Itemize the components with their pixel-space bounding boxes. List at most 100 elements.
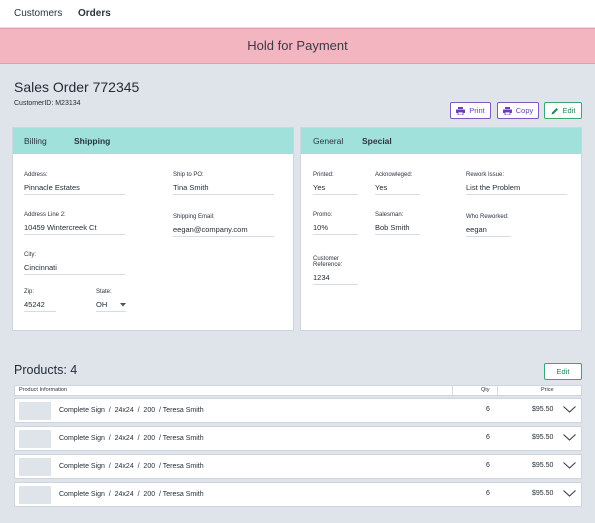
customer-id: CustomerID: M23134 (14, 100, 81, 107)
address-input[interactable]: Pinnacle Estates (24, 183, 125, 195)
salesman-field: Salesman: Bob Smith (375, 212, 420, 235)
salesman-input[interactable]: Bob Smith (375, 223, 420, 235)
product-thumbnail (19, 402, 51, 420)
city-input[interactable]: Cincinnati (24, 263, 125, 275)
address2-input[interactable]: 10459 Wintercreek Ct (24, 223, 125, 235)
pencil-icon (551, 107, 558, 114)
chevron-down-icon[interactable] (563, 462, 576, 469)
promo-input[interactable]: 10% (313, 223, 358, 235)
column-qty: Qty (481, 387, 490, 393)
product-description: Complete Sign / 24x24 / 200 / Teresa Smi… (59, 491, 204, 498)
product-thumbnail (19, 458, 51, 476)
who-reworked-field: Who Reworked: eegan (466, 214, 511, 237)
acknowledged-label: Acknowleged: (375, 172, 413, 178)
rework-issue-label: Rework Issue: (466, 172, 505, 178)
print-button[interactable]: Print (450, 102, 491, 119)
print-label: Print (469, 106, 485, 115)
promo-field: Promo: 10% (313, 212, 358, 235)
state-select[interactable]: OH (96, 300, 126, 312)
nav-orders[interactable]: Orders (78, 8, 111, 19)
billing-shipping-card: Billing Shipping Address: Pinnacle Estat… (12, 127, 294, 331)
product-description: Complete Sign / 24x24 / 200 / Teresa Smi… (59, 407, 204, 414)
products-title: Products: 4 (14, 363, 78, 377)
address2-field: Address Line 2: 10459 Wintercreek Ct (24, 212, 125, 235)
address-field: Address: Pinnacle Estates (24, 172, 125, 195)
shipping-email-label: Shipping Email: (173, 214, 215, 220)
ship-to-po-input[interactable]: Tina Smith (173, 183, 274, 195)
salesman-label: Salesman: (375, 212, 404, 218)
table-row[interactable]: Complete Sign / 24x24 / 200 / Teresa Smi… (14, 454, 582, 479)
who-reworked-label: Who Reworked: (466, 214, 509, 220)
column-price: Price (541, 387, 554, 393)
table-row[interactable]: Complete Sign / 24x24 / 200 / Teresa Smi… (14, 398, 582, 423)
product-qty: 6 (486, 434, 490, 441)
product-price: $95.50 (532, 434, 554, 441)
city-field: City: Cincinnati (24, 252, 125, 275)
who-reworked-input[interactable]: eegan (466, 225, 511, 237)
acknowledged-input[interactable]: Yes (375, 183, 420, 195)
chevron-down-icon[interactable] (563, 490, 576, 497)
product-thumbnail (19, 486, 51, 504)
zip-field: Zip: 45242 (24, 289, 56, 312)
ship-to-po-field: Ship to PO: Tina Smith (173, 172, 274, 195)
tab-billing[interactable]: Billing (24, 136, 47, 146)
copy-label: Copy (515, 106, 534, 115)
column-divider (452, 386, 453, 395)
general-special-card: General Special Printed: Yes Acknowleged… (300, 127, 582, 331)
product-price: $95.50 (532, 490, 554, 497)
zip-label: Zip: (24, 289, 35, 295)
state-label: State: (96, 289, 112, 295)
table-row[interactable]: Complete Sign / 24x24 / 200 / Teresa Smi… (14, 426, 582, 451)
top-nav: Customers Orders (0, 0, 595, 27)
status-banner: Hold for Payment (0, 28, 595, 64)
column-product-information: Product Information (19, 387, 67, 393)
customer-reference-field: Customer Reference: 1234 (313, 256, 358, 285)
customer-reference-input[interactable]: 1234 (313, 273, 358, 285)
edit-products-button[interactable]: Edit (544, 363, 582, 380)
general-tabs: General Special (301, 128, 581, 154)
edit-products-label: Edit (556, 367, 570, 376)
zip-input[interactable]: 45242 (24, 300, 56, 312)
tab-general[interactable]: General (313, 136, 343, 146)
shipping-email-field: Shipping Email: eegan@company.com (173, 214, 274, 237)
chevron-down-icon[interactable] (563, 406, 576, 413)
customer-reference-label: Customer Reference: (313, 256, 343, 268)
edit-label: Edit (562, 106, 576, 115)
product-qty: 6 (486, 462, 490, 469)
printed-input[interactable]: Yes (313, 183, 358, 195)
product-price: $95.50 (532, 462, 554, 469)
ship-to-po-label: Ship to PO: (173, 172, 204, 178)
copy-button[interactable]: Copy (497, 102, 539, 119)
product-price: $95.50 (532, 406, 554, 413)
table-row[interactable]: Complete Sign / 24x24 / 200 / Teresa Smi… (14, 482, 582, 507)
address-label: Address: (24, 172, 48, 178)
product-qty: 6 (486, 490, 490, 497)
page-title: Sales Order 772345 (14, 79, 140, 95)
copy-icon (502, 106, 512, 115)
product-qty: 6 (486, 406, 490, 413)
shipping-email-input[interactable]: eegan@company.com (173, 225, 274, 237)
caret-down-icon (120, 302, 126, 306)
rework-issue-input[interactable]: List the Problem (466, 183, 567, 195)
city-label: City: (24, 252, 36, 258)
rework-issue-field: Rework Issue: List the Problem (466, 172, 567, 195)
edit-order-button[interactable]: Edit (544, 102, 582, 119)
tab-shipping[interactable]: Shipping (74, 136, 110, 146)
nav-customers[interactable]: Customers (14, 8, 62, 19)
column-divider (497, 386, 498, 395)
state-field: State: OH (96, 289, 126, 312)
product-description: Complete Sign / 24x24 / 200 / Teresa Smi… (59, 463, 204, 470)
products-table-header: Product Information Qty Price (14, 385, 582, 396)
promo-label: Promo: (313, 212, 333, 218)
chevron-down-icon[interactable] (563, 434, 576, 441)
acknowledged-field: Acknowleged: Yes (375, 172, 420, 195)
printer-icon (456, 106, 466, 115)
tab-special[interactable]: Special (362, 136, 392, 146)
address2-label: Address Line 2: (24, 212, 66, 218)
printed-field: Printed: Yes (313, 172, 358, 195)
product-thumbnail (19, 430, 51, 448)
product-description: Complete Sign / 24x24 / 200 / Teresa Smi… (59, 435, 204, 442)
billing-tabs: Billing Shipping (13, 128, 293, 154)
state-value: OH (96, 300, 108, 309)
printed-label: Printed: (313, 172, 334, 178)
